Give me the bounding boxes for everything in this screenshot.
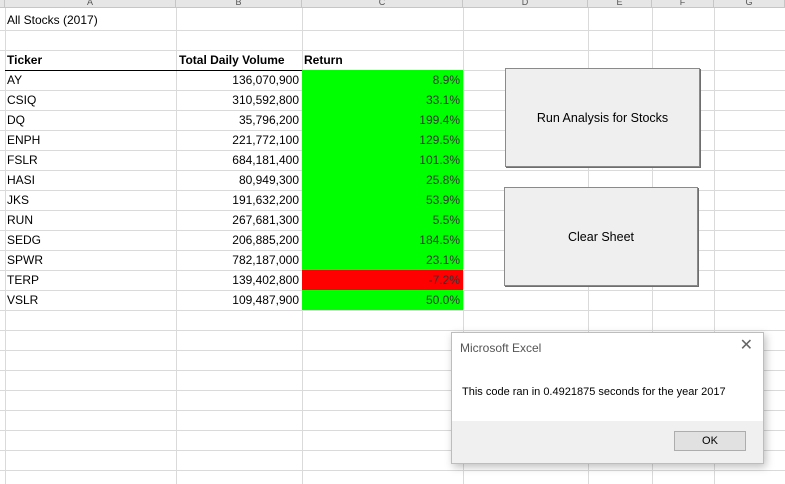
column-header-e[interactable]: E [588, 0, 652, 8]
return-cell[interactable]: 129.5% [302, 130, 463, 150]
volume-cell[interactable]: 139,402,800 [177, 271, 302, 290]
clear-sheet-button[interactable]: Clear Sheet [504, 187, 698, 286]
header-volume[interactable]: Total Daily Volume [177, 51, 302, 70]
return-cell[interactable]: 5.5% [302, 210, 463, 230]
column-header-a[interactable]: A [5, 0, 176, 8]
close-icon[interactable]: ✕ [740, 338, 753, 354]
volume-cell[interactable]: 191,632,200 [177, 191, 302, 210]
gridline [0, 470, 785, 471]
return-cell[interactable]: -7.2% [302, 270, 463, 290]
return-cell[interactable]: 33.1% [302, 90, 463, 110]
volume-cell[interactable]: 782,187,000 [177, 251, 302, 270]
ticker-cell[interactable]: AY [5, 71, 176, 90]
volume-cell[interactable]: 684,181,400 [177, 151, 302, 170]
column-header-d[interactable]: D [463, 0, 588, 8]
return-cell[interactable]: 8.9% [302, 70, 463, 90]
column-header-b[interactable]: B [176, 0, 302, 8]
ticker-cell[interactable]: DQ [5, 111, 176, 130]
volume-cell[interactable]: 267,681,300 [177, 211, 302, 230]
return-cell[interactable]: 184.5% [302, 230, 463, 250]
run-analysis-button[interactable]: Run Analysis for Stocks [505, 68, 700, 167]
header-ticker[interactable]: Ticker [5, 51, 176, 70]
volume-cell[interactable]: 109,487,900 [177, 291, 302, 310]
volume-cell[interactable]: 221,772,100 [177, 131, 302, 150]
sheet-title-cell[interactable]: All Stocks (2017) [5, 11, 205, 30]
ticker-cell[interactable]: JKS [5, 191, 176, 210]
message-dialog: Microsoft Excel ✕ This code ran in 0.492… [451, 332, 764, 464]
gridline [0, 30, 785, 31]
ticker-cell[interactable]: CSIQ [5, 91, 176, 110]
ticker-cell[interactable]: HASI [5, 171, 176, 190]
ticker-cell[interactable]: ENPH [5, 131, 176, 150]
dialog-title: Microsoft Excel [460, 341, 542, 355]
ticker-cell[interactable]: TERP [5, 271, 176, 290]
volume-cell[interactable]: 206,885,200 [177, 231, 302, 250]
return-cell[interactable]: 199.4% [302, 110, 463, 130]
ticker-cell[interactable]: SEDG [5, 231, 176, 250]
return-cell[interactable]: 25.8% [302, 170, 463, 190]
ticker-cell[interactable]: FSLR [5, 151, 176, 170]
column-header-g[interactable]: G [714, 0, 785, 8]
volume-cell[interactable]: 80,949,300 [177, 171, 302, 190]
dialog-footer: OK [452, 421, 763, 463]
dialog-message: This code ran in 0.4921875 seconds for t… [462, 386, 726, 398]
volume-cell[interactable]: 136,070,900 [177, 71, 302, 90]
return-cell[interactable]: 53.9% [302, 190, 463, 210]
return-cell[interactable]: 101.3% [302, 150, 463, 170]
ok-button[interactable]: OK [674, 431, 746, 451]
ticker-cell[interactable]: SPWR [5, 251, 176, 270]
gridline [0, 330, 785, 331]
gridline [0, 310, 785, 311]
ticker-cell[interactable]: VSLR [5, 291, 176, 310]
column-header-c[interactable]: C [302, 0, 463, 8]
return-cell[interactable]: 23.1% [302, 250, 463, 270]
ticker-cell[interactable]: RUN [5, 211, 176, 230]
return-cell[interactable]: 50.0% [302, 290, 463, 310]
header-return[interactable]: Return [302, 51, 463, 70]
column-header-f[interactable]: F [652, 0, 714, 8]
volume-cell[interactable]: 35,796,200 [177, 111, 302, 130]
volume-cell[interactable]: 310,592,800 [177, 91, 302, 110]
